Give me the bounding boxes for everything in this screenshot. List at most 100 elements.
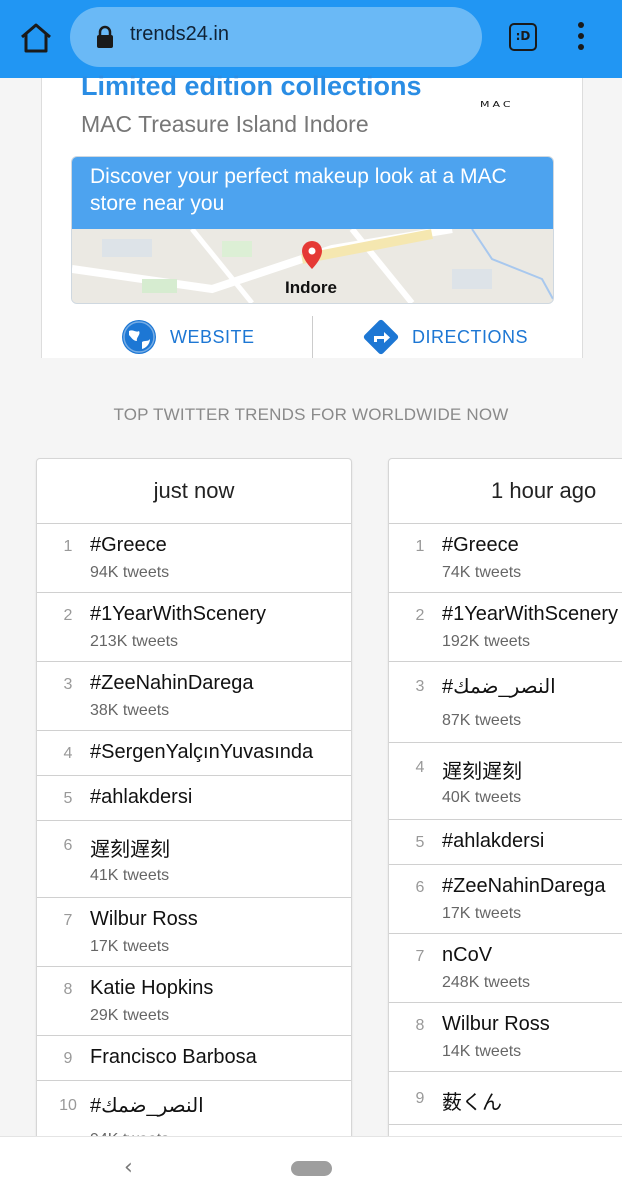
trend-rank: 7 xyxy=(63,912,73,929)
website-label: WEBSITE xyxy=(170,326,255,347)
trend-row[interactable]: 8 Katie Hopkins 29K tweets xyxy=(37,967,351,1036)
trend-name-link[interactable]: #Greece xyxy=(442,534,519,557)
ad-card: Limited edition collections MAC Treasure… xyxy=(41,71,583,358)
directions-label: DIRECTIONS xyxy=(412,326,529,347)
url-text: trends24.in xyxy=(130,23,229,45)
action-divider xyxy=(312,316,313,358)
trend-name-link[interactable]: #ZeeNahinDarega xyxy=(442,875,605,898)
trend-name-link[interactable]: #1YearWithScenery xyxy=(442,603,618,626)
brand-logo: MAC xyxy=(480,99,514,110)
home-pill-icon[interactable] xyxy=(291,1161,332,1176)
trend-name-link[interactable]: Wilbur Ross xyxy=(442,1013,550,1036)
tweet-count: 192K tweets xyxy=(442,633,531,650)
trend-rank: 9 xyxy=(63,1050,73,1067)
tabs-icon[interactable]: :D xyxy=(509,23,537,51)
trend-rank: 6 xyxy=(63,837,73,854)
ad-actions: WEBSITE DIRECTIONS xyxy=(42,316,582,358)
system-nav-bar: ‹ xyxy=(0,1136,622,1201)
trend-row[interactable]: 7 nCoV 248K tweets xyxy=(389,934,622,1003)
trend-column-1-hour-ago: 1 hour ago 1 #Greece 74K tweets 2 #1YearWith… xyxy=(388,458,622,1166)
trend-rank: 2 xyxy=(63,607,73,624)
trend-name-link[interactable]: Wilbur Ross xyxy=(90,908,198,931)
tweet-count: 74K tweets xyxy=(442,564,522,581)
trend-row[interactable]: 1 #Greece 94K tweets xyxy=(37,524,351,593)
trend-row[interactable]: 9 薮くん xyxy=(389,1072,622,1125)
trend-name-link[interactable]: 遅刻遅刻 xyxy=(90,833,170,862)
trend-rank: 4 xyxy=(63,745,73,762)
trend-name-link[interactable]: Francisco Barbosa xyxy=(90,1046,257,1069)
trend-name-link[interactable]: #النصر_ضمك xyxy=(90,1093,204,1118)
browser-toolbar: trends24.in :D xyxy=(0,0,622,78)
trend-name-link[interactable]: 薮くん xyxy=(442,1086,502,1115)
column-heading: just now xyxy=(37,459,351,524)
trend-rank: 2 xyxy=(415,607,425,624)
section-title: TOP TWITTER TRENDS FOR WORLDWIDE NOW xyxy=(113,405,509,424)
trend-name-link[interactable]: #ahlakdersi xyxy=(442,830,544,853)
trend-rank: 6 xyxy=(415,879,425,896)
trend-rank: 3 xyxy=(415,678,425,695)
trend-row[interactable]: 5 #ahlakdersi xyxy=(37,776,351,821)
trend-row[interactable]: 3 #ZeeNahinDarega 38K tweets xyxy=(37,662,351,731)
banner-text: Discover your perfect makeup look at a M… xyxy=(72,157,553,229)
trend-name-link[interactable]: #النصر_ضمك xyxy=(442,674,556,699)
trend-rank: 1 xyxy=(63,538,73,555)
ad-banner[interactable]: Discover your perfect makeup look at a M… xyxy=(71,156,554,304)
ad-title[interactable]: Limited edition collections xyxy=(81,71,422,102)
column-heading: 1 hour ago xyxy=(389,459,622,524)
trend-rank: 10 xyxy=(59,1097,77,1114)
tweet-count: 41K tweets xyxy=(90,867,170,884)
trend-row[interactable]: 6 #ZeeNahinDarega 17K tweets xyxy=(389,865,622,934)
directions-icon xyxy=(362,318,400,356)
tweet-count: 38K tweets xyxy=(90,702,170,719)
trend-rank: 9 xyxy=(415,1090,425,1107)
tweet-count: 40K tweets xyxy=(442,789,522,806)
trend-rank: 4 xyxy=(415,759,425,776)
trend-row[interactable]: 6 遅刻遅刻 41K tweets xyxy=(37,821,351,898)
tweet-count: 14K tweets xyxy=(442,1043,522,1060)
trend-rank: 7 xyxy=(415,948,425,965)
trend-row[interactable]: 2 #1YearWithScenery 192K tweets xyxy=(389,593,622,662)
tweet-count: 248K tweets xyxy=(442,974,531,991)
trend-column-just-now: just now 1 #Greece 94K tweets 2 #1YearWithSc… xyxy=(36,458,352,1162)
trend-row[interactable]: 1 #Greece 74K tweets xyxy=(389,524,622,593)
trend-name-link[interactable]: #SergenYalçınYuvasında xyxy=(90,741,313,764)
trend-rank: 8 xyxy=(415,1017,425,1034)
trend-row[interactable]: 2 #1YearWithScenery 213K tweets xyxy=(37,593,351,662)
trend-row[interactable]: 4 #SergenYalçınYuvasında xyxy=(37,731,351,776)
website-button[interactable]: WEBSITE xyxy=(120,316,255,358)
trend-row[interactable]: 5 #ahlakdersi xyxy=(389,820,622,865)
trend-rank: 1 xyxy=(415,538,425,555)
tweet-count: 17K tweets xyxy=(442,905,522,922)
trend-row[interactable]: 7 Wilbur Ross 17K tweets xyxy=(37,898,351,967)
more-vert-icon[interactable] xyxy=(572,22,590,54)
ad-subtitle: MAC Treasure Island Indore xyxy=(81,111,369,137)
tweet-count: 17K tweets xyxy=(90,938,170,955)
tweet-count: 213K tweets xyxy=(90,633,179,650)
trend-row[interactable]: 4 遅刻遅刻 40K tweets xyxy=(389,743,622,820)
back-chevron-icon[interactable]: ‹ xyxy=(124,1155,133,1180)
trend-name-link[interactable]: 遅刻遅刻 xyxy=(442,755,522,784)
address-bar[interactable]: trends24.in xyxy=(70,7,482,67)
globe-icon xyxy=(120,318,158,356)
home-icon[interactable] xyxy=(18,20,54,56)
trend-rank: 8 xyxy=(63,981,73,998)
trend-name-link[interactable]: #Greece xyxy=(90,534,167,557)
trend-name-link[interactable]: nCoV xyxy=(442,944,492,967)
directions-button[interactable]: DIRECTIONS xyxy=(362,316,528,358)
tweet-count: 29K tweets xyxy=(90,1007,170,1024)
trend-row[interactable]: 8 Wilbur Ross 14K tweets xyxy=(389,1003,622,1072)
tweet-count: 94K tweets xyxy=(90,564,170,581)
map-label: Indore xyxy=(285,278,337,297)
trend-name-link[interactable]: #ahlakdersi xyxy=(90,786,192,809)
trend-row[interactable]: 3 #النصر_ضمك 87K tweets xyxy=(389,662,622,743)
trend-row[interactable]: 9 Francisco Barbosa xyxy=(37,1036,351,1081)
trend-rank: 5 xyxy=(63,790,73,807)
trend-name-link[interactable]: #1YearWithScenery xyxy=(90,603,266,626)
trend-rank: 5 xyxy=(415,834,425,851)
trend-name-link[interactable]: Katie Hopkins xyxy=(90,977,213,1000)
map-pin-icon xyxy=(302,241,322,269)
lock-icon xyxy=(96,25,114,49)
tweet-count: 87K tweets xyxy=(442,712,522,729)
trend-name-link[interactable]: #ZeeNahinDarega xyxy=(90,672,253,695)
trend-rank: 3 xyxy=(63,676,73,693)
